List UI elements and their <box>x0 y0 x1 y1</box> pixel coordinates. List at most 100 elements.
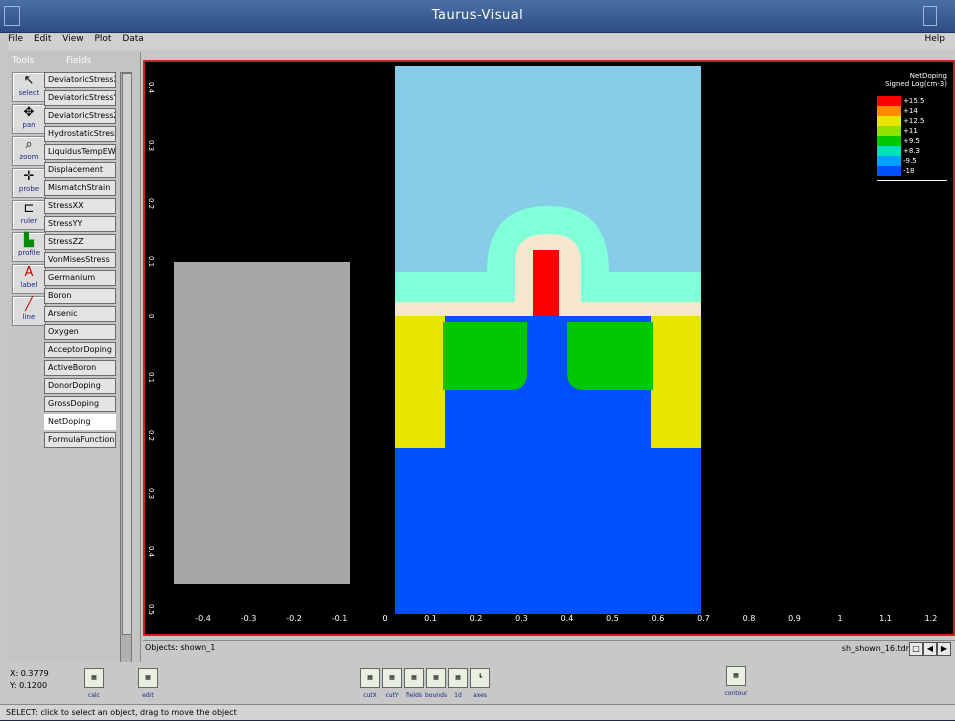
frame-button[interactable]: □ <box>909 642 923 656</box>
field-item[interactable]: MismatchStrain <box>44 180 116 196</box>
field-item[interactable]: Boron <box>44 288 116 304</box>
legend-label: +9.5 <box>903 137 920 145</box>
objects-label: Objects: shown_1 <box>145 643 216 652</box>
object-bar: Objects: shown_1 sh_shown_16.tdr □ ◀ ▶ <box>143 640 955 659</box>
menu-help[interactable]: Help <box>924 34 945 44</box>
title-bar: Taurus-Visual <box>0 0 955 33</box>
field-item[interactable]: VonMisesStress <box>44 252 116 268</box>
window-title: Taurus-Visual <box>431 8 524 23</box>
field-item[interactable]: DeviatoricStressZ <box>44 108 116 124</box>
x-tick-label: -0.2 <box>286 614 302 623</box>
y-tick-label: 0.5 <box>147 604 155 616</box>
field-item[interactable]: FormulaFunction <box>44 432 116 448</box>
contour-icon: ▦ <box>733 672 739 679</box>
x-tick-label: 1.1 <box>879 614 892 623</box>
scroll-thumb[interactable] <box>122 73 132 635</box>
fields-icon: ▦ <box>411 674 417 681</box>
y-tick-label: 0 <box>147 314 155 319</box>
drain-contact <box>651 316 701 448</box>
menu-bar: File Edit View Plot Data Help <box>8 34 955 50</box>
field-item[interactable]: Oxygen <box>44 324 116 340</box>
field-item[interactable]: StressXX <box>44 198 116 214</box>
field-item[interactable]: NetDoping <box>44 414 116 430</box>
status-bar: SELECT: click to select an object, drag … <box>0 704 955 720</box>
window-maximize-button[interactable] <box>923 6 937 26</box>
x-tick-label: -0.1 <box>331 614 348 623</box>
field-item[interactable]: Arsenic <box>44 306 116 322</box>
zoom-icon: ⌕ <box>25 137 33 152</box>
x-tick-label: 0.4 <box>560 614 574 623</box>
tool-select[interactable]: ↖ select <box>12 72 46 102</box>
field-item[interactable]: HydrostaticStress <box>44 126 116 142</box>
y-tick-label: 0.4 <box>147 546 155 558</box>
legend-entry: -18 <box>867 166 947 176</box>
coord-x: X: 0.3779 <box>10 669 49 678</box>
field-item[interactable]: StressYY <box>44 216 116 232</box>
cutX-button[interactable]: ▦ cutX <box>360 668 380 699</box>
menu-data[interactable]: Data <box>122 34 144 44</box>
plot-area[interactable]: 0.4 0.3 0.2 0.1 0 0.1 0.2 0.3 0.4 0.5 NetDoping S… <box>143 60 955 636</box>
legend-swatch <box>877 146 901 156</box>
field-item[interactable]: StressZZ <box>44 234 116 250</box>
menu-view[interactable]: View <box>62 34 83 44</box>
field-item[interactable]: DonorDoping <box>44 378 116 394</box>
x-tick-label: 0.3 <box>515 614 528 623</box>
tool-label[interactable]: Alabel <box>12 264 46 294</box>
contour-button[interactable]: ▦ contour <box>724 666 748 697</box>
field-item[interactable]: AcceptorDoping <box>44 342 116 358</box>
axes-button[interactable]: ┗ axes <box>470 668 490 699</box>
legend-label: +8.3 <box>903 147 920 155</box>
device-structure <box>395 66 701 614</box>
legend-swatch <box>877 156 901 166</box>
y-tick-label: 0.2 <box>147 430 155 442</box>
coords-readout: X: 0.3779 Y: 0.1200 <box>10 668 49 692</box>
field-item[interactable]: DeviatoricStressX <box>44 72 116 88</box>
left-panel: Tools Fields ↖ select ✥ pan ⌕ zoom ✛ probe ⊏… <box>8 52 141 710</box>
fields-scrollbar[interactable] <box>120 72 132 710</box>
tool-ruler[interactable]: ⊏ ruler <box>12 200 46 230</box>
x-tick-label: 1 <box>837 614 843 623</box>
field-item[interactable]: Germanium <box>44 270 116 286</box>
y-tick-label: 0.1 <box>147 372 155 384</box>
next-button[interactable]: ▶ <box>937 642 951 656</box>
x-tick-label: 0.8 <box>742 614 756 623</box>
menu-file[interactable]: File <box>8 34 23 44</box>
tool-pan[interactable]: ✥ pan <box>12 104 46 134</box>
field-item[interactable]: LiquidusTempEW <box>44 144 116 160</box>
bounds-button[interactable]: ▦ bounds <box>425 668 447 699</box>
probe-icon: ✛ <box>23 169 35 184</box>
edit-button[interactable]: ▦ edit <box>138 668 158 699</box>
file-name: sh_shown_16.tdr <box>841 644 909 653</box>
tool-zoom[interactable]: ⌕ zoom <box>12 136 46 166</box>
x-tick-label: 0 <box>382 614 388 623</box>
field-item[interactable]: DeviatoricStressY <box>44 90 116 106</box>
legend-label: +12.5 <box>903 117 925 125</box>
fields-button[interactable]: ▦ fields <box>404 668 424 699</box>
legend-entry: +9.5 <box>867 136 947 146</box>
coord-y: Y: 0.1200 <box>10 681 48 690</box>
y-tick-label: 0.3 <box>147 140 155 152</box>
legend-label: -9.5 <box>903 157 917 165</box>
fields-header: Fields <box>66 56 92 66</box>
prev-button[interactable]: ◀ <box>923 642 937 656</box>
y-axis: 0.4 0.3 0.2 0.1 0 0.1 0.2 0.3 0.4 0.5 <box>145 62 159 616</box>
tool-profile[interactable]: ▙ profile <box>12 232 46 262</box>
field-item[interactable]: Displacement <box>44 162 116 178</box>
legend-swatch <box>877 136 901 146</box>
x-tick-label: 0.9 <box>788 614 801 623</box>
field-item[interactable]: GrossDoping <box>44 396 116 412</box>
plot-canvas[interactable]: NetDoping Signed Log(cm-3) +15.5 +14 +12.5… <box>159 64 953 614</box>
legend-entry: +8.3 <box>867 146 947 156</box>
legend-entry: +15.5 <box>867 96 947 106</box>
field-item[interactable]: ActiveBoron <box>44 360 116 376</box>
calc-button[interactable]: ▦ calc <box>84 668 104 699</box>
menu-plot[interactable]: Plot <box>94 34 111 44</box>
1d-icon: ▦ <box>455 674 461 681</box>
cutY-button[interactable]: ▦ cutY <box>382 668 402 699</box>
1d-button[interactable]: ▦ 1d <box>448 668 468 699</box>
tool-probe[interactable]: ✛ probe <box>12 168 46 198</box>
x-tick-label: -0.3 <box>240 614 257 623</box>
menu-edit[interactable]: Edit <box>34 34 51 44</box>
fields-list: DeviatoricStressX DeviatoricStressY Deviat… <box>44 72 116 450</box>
tool-line[interactable]: ╱ line <box>12 296 46 326</box>
